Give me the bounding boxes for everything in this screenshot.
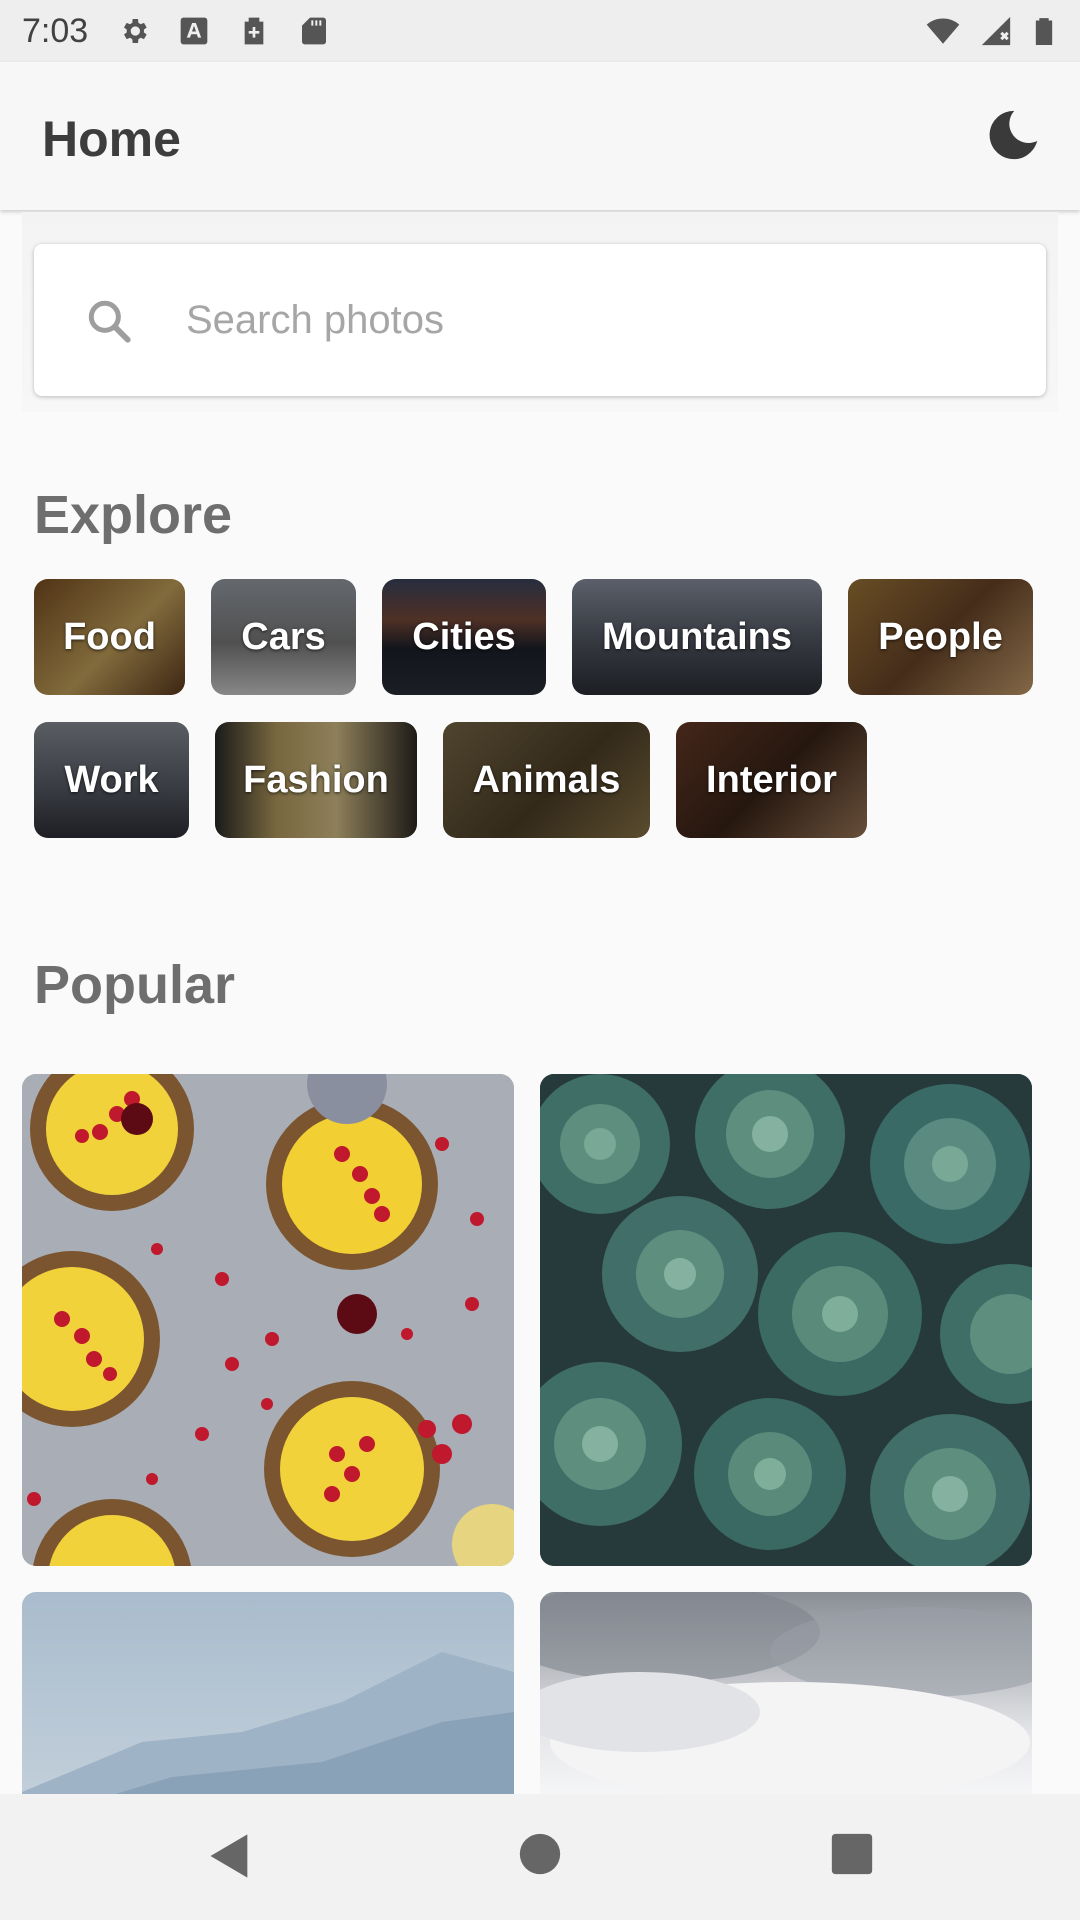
- chip-label: People: [878, 615, 1003, 658]
- chip-label: Mountains: [602, 615, 792, 658]
- chip-interior[interactable]: Interior: [676, 722, 867, 838]
- back-triangle-icon[interactable]: [204, 1830, 256, 1882]
- settings-icon: [124, 19, 147, 43]
- search-input[interactable]: [184, 284, 1008, 356]
- search-icon: [88, 300, 131, 343]
- chip-food[interactable]: Food: [34, 579, 185, 695]
- sd-card-icon: [302, 17, 327, 45]
- popular-title: Popular: [34, 955, 236, 1015]
- chip-animals[interactable]: Animals: [443, 722, 650, 838]
- tarts-image: [22, 1074, 514, 1566]
- photo-succulents[interactable]: [540, 1074, 1032, 1566]
- search-box[interactable]: [34, 244, 1046, 396]
- signal-icon: [981, 16, 1011, 46]
- home-circle-icon[interactable]: [518, 1832, 562, 1876]
- chip-label: Cars: [241, 615, 326, 658]
- status-time: 7:03: [22, 11, 89, 50]
- chip-label: Interior: [706, 758, 837, 801]
- chip-label: Fashion: [243, 758, 389, 801]
- font-a-icon: [180, 17, 208, 45]
- succulents-image: [540, 1074, 1032, 1566]
- chip-label: Work: [64, 758, 159, 801]
- chip-people[interactable]: People: [848, 579, 1033, 695]
- moon-icon[interactable]: [984, 106, 1042, 164]
- chip-cities[interactable]: Cities: [382, 579, 546, 695]
- battery-icon: [1035, 18, 1053, 45]
- chip-work[interactable]: Work: [34, 722, 189, 838]
- chip-fashion[interactable]: Fashion: [215, 722, 417, 838]
- chip-label: Animals: [472, 758, 621, 801]
- navigation-bar: [0, 1794, 1080, 1920]
- photo-tarts[interactable]: [22, 1074, 514, 1566]
- status-icons-right: [924, 13, 1058, 49]
- chip-label: Food: [63, 615, 156, 658]
- recents-square-icon[interactable]: [830, 1832, 874, 1876]
- explore-title: Explore: [34, 485, 233, 545]
- status-bar: 7:03: [0, 0, 1080, 62]
- page-title: Home: [42, 111, 181, 167]
- wifi-icon: [926, 18, 960, 44]
- chip-cars[interactable]: Cars: [211, 579, 356, 695]
- medical-plus-icon: [244, 17, 264, 45]
- chip-mountains[interactable]: Mountains: [572, 579, 822, 695]
- status-icons-left: [118, 15, 330, 47]
- chip-label: Cities: [412, 615, 516, 658]
- app-bar: Home: [0, 62, 1080, 210]
